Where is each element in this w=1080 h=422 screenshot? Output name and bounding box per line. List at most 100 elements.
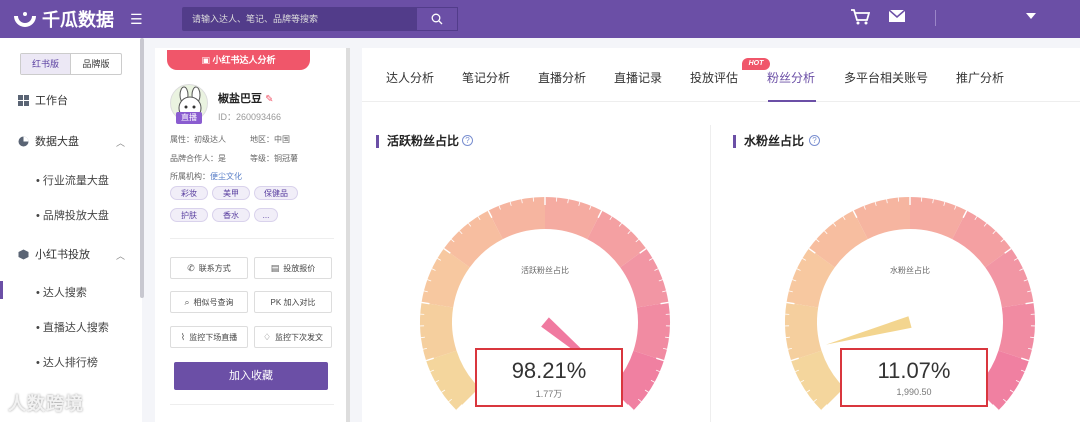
tab-promotion-analysis[interactable]: 推广分析 [956,69,1004,86]
placement-quote-button[interactable]: ▤ 投放报价 [254,257,332,279]
gauge-segment [791,350,845,411]
sidebar-scrollbar[interactable] [140,38,144,298]
button-label: PK 加入对比 [270,297,316,307]
mail-icon[interactable] [888,8,906,24]
top-bar: 千瓜数据 ☰ [0,0,1080,38]
similar-search-button[interactable]: ⌕ 相似号查询 [170,291,248,313]
bell-icon: ♢ [262,331,272,342]
profile-brand-partner: 品牌合作人：是 [170,153,226,164]
tab-creator-analysis[interactable]: 达人分析 [386,69,434,86]
watermark: 人数跨境 [8,394,84,414]
region-value: 中国 [274,135,290,144]
gauge-tick [1029,336,1035,339]
gauge-subvalue: 1.77万 [535,389,563,399]
pk-compare-button[interactable]: PK 加入对比 [254,291,332,313]
gauge-value: 98.21% [511,358,587,383]
search-input[interactable] [182,7,416,31]
gauge-value: 11.07% [877,358,951,383]
sidebar-item-data-dashboard[interactable]: 数据大盘 [18,133,79,149]
profile-level: 等级：铜冠薯 [250,153,298,164]
sidebar-item-label: 小红书投放 [35,249,90,261]
pie-icon [18,136,29,146]
sidebar-item-label: 品牌投放大盘 [42,210,109,222]
gauge-segment [633,302,670,361]
tag-chip[interactable]: 香水 [212,208,250,222]
gauge-inner-label: 活跃粉丝占比 [521,266,569,275]
tab-placement-eval[interactable]: 投放评估 [690,69,738,86]
profile-region: 地区：中国 [250,134,290,145]
active-fans-title: 活跃粉丝占比 [376,135,459,148]
sidebar-item-creator-ranking[interactable]: • 达人排行榜 [36,354,98,370]
sidebar-item-workbench[interactable]: 工作台 [18,92,68,108]
profile-name-text: 椒盐巴豆 [218,93,262,105]
tab-note-analysis[interactable]: 笔记分析 [462,69,510,86]
box-icon [18,249,29,259]
org-link[interactable]: 便尘文化 [210,172,242,181]
menu-toggle-icon[interactable]: ☰ [130,11,170,28]
button-label: 联系方式 [198,263,231,273]
sidebar-item-label: 达人搜索 [42,287,87,299]
add-favorite-button[interactable]: 加入收藏 [174,362,328,390]
level-value: 铜冠薯 [274,154,298,163]
chevron-up-icon[interactable]: ︿ [116,249,125,262]
hot-badge: HOT [742,58,770,70]
profile-name: 椒盐巴豆 ✎ [218,90,273,106]
tag-more[interactable]: ... [254,208,278,222]
divider [170,404,334,405]
sidebar-item-xhs-placement[interactable]: 小红书投放 [18,246,90,262]
sidebar-item-brand-placement[interactable]: • 品牌投放大盘 [36,207,109,223]
sidebar-item-label: 工作台 [35,95,68,107]
gauge-segment [426,350,480,411]
top-divider [935,10,936,26]
app-title: 千瓜数据 [42,10,114,30]
brand-value: 是 [218,154,226,163]
profile-scrollbar[interactable] [346,48,350,422]
monitor-live-button[interactable]: ⌇ 监控下场直播 [170,326,248,348]
tab-live-analysis[interactable]: 直播分析 [538,69,586,86]
search-button[interactable] [416,7,458,31]
attr-label: 属性： [170,135,194,144]
help-icon[interactable]: ? [462,135,473,146]
gauge-subvalue: 1,990.50 [896,387,932,397]
grid-icon [18,94,29,106]
cart-icon[interactable] [850,8,870,26]
org-label: 所属机构： [170,172,210,181]
seg-red-book[interactable]: 红书版 [21,54,71,74]
seg-brand[interactable]: 品牌版 [71,54,121,74]
contact-button[interactable]: ✆ 联系方式 [170,257,248,279]
sidebar-item-creator-search[interactable]: • 达人搜索 [36,284,87,300]
tag-chip[interactable]: 美甲 [212,186,250,200]
brand-label: 品牌合作人： [170,154,218,163]
search-icon [431,13,443,25]
gauge-tick [664,336,670,339]
sidebar-item-live-creator-search[interactable]: • 直播达人搜索 [36,319,109,335]
app-logo[interactable]: 千瓜数据 [14,6,124,32]
tab-multi-platform[interactable]: 多平台相关账号 [844,69,928,86]
gauge-inner-label: 水粉丝占比 [890,266,930,275]
tab-fan-analysis[interactable]: 粉丝分析 [767,69,815,86]
monitor-post-button[interactable]: ♢ 监控下次发文 [254,326,332,348]
user-menu-caret-icon[interactable] [1026,13,1036,19]
attr-value: 初级达人 [194,135,226,144]
button-label: 相似号查询 [193,297,234,307]
button-label: 监控下场直播 [189,332,238,342]
pin-icon: ✎ [265,94,274,105]
version-switch: 红书版 品牌版 [20,53,122,75]
chevron-up-icon[interactable]: ︿ [116,136,125,149]
water-fans-title: 水粉丝占比 [733,135,804,148]
water-fans-value-box: 11.07% 1,990.50 [840,348,988,407]
button-label: 监控下次发文 [275,332,324,342]
help-icon[interactable]: ? [809,135,820,146]
tag-chip[interactable]: 彩妆 [170,186,208,200]
tab-live-records[interactable]: 直播记录 [614,69,662,86]
divider [170,238,334,239]
gauge-needle [826,316,912,345]
tag-chip[interactable]: 护肤 [170,208,208,222]
search-box [182,7,458,31]
search-icon: ⌕ [184,296,190,307]
quote-icon: ▤ [270,262,280,273]
gauge-tick [420,336,426,339]
chart-icon: ⌇ [180,331,186,342]
tag-chip[interactable]: 保健品 [254,186,298,200]
sidebar-item-industry-traffic[interactable]: • 行业流量大盘 [36,172,109,188]
